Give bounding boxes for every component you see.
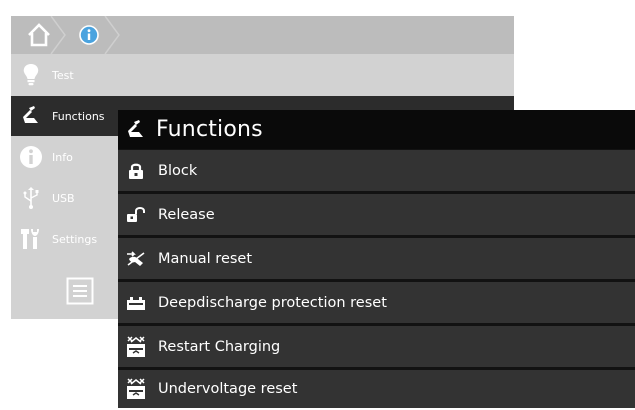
- settings-icon: [11, 219, 51, 259]
- sidebar-item-label: Test: [52, 68, 74, 82]
- function-deepdischarge-reset[interactable]: Deepdischarge protection reset: [118, 282, 635, 323]
- wrench-icon: [118, 110, 154, 149]
- breadcrumb-separator: [50, 16, 66, 54]
- function-label: Restart Charging: [158, 338, 281, 355]
- breadcrumb: [11, 16, 514, 54]
- functions-popup: Functions Block Release Manual reset Dee…: [118, 110, 635, 408]
- function-block[interactable]: Block: [118, 150, 635, 191]
- function-label: Release: [158, 206, 215, 223]
- battery-icon: [118, 282, 154, 323]
- info-icon: [79, 25, 99, 45]
- popup-title: Functions: [156, 117, 263, 142]
- function-release[interactable]: Release: [118, 194, 635, 235]
- sidebar-item-label: Info: [52, 150, 73, 164]
- function-restart-charging[interactable]: Restart Charging: [118, 326, 635, 367]
- breadcrumb-separator: [104, 16, 120, 54]
- function-label: Deepdischarge protection reset: [158, 294, 387, 311]
- function-undervoltage-reset[interactable]: Undervoltage reset: [118, 370, 635, 408]
- usb-icon: [11, 178, 51, 218]
- charging-icon: [118, 369, 154, 410]
- info-icon: [11, 137, 51, 177]
- function-manual-reset[interactable]: Manual reset: [118, 238, 635, 279]
- sidebar-item-label: Settings: [52, 232, 98, 246]
- charging-icon: [118, 326, 154, 367]
- sidebar-item-label: Functions: [52, 109, 105, 123]
- sidebar-item-label: USB: [52, 191, 75, 205]
- function-label: Manual reset: [158, 250, 253, 267]
- lock-closed-icon: [118, 150, 154, 191]
- sidebar-item-test[interactable]: Test: [11, 55, 514, 95]
- function-label: Block: [158, 162, 198, 179]
- wrench-icon: [11, 96, 51, 136]
- bulb-icon: [11, 55, 51, 95]
- manual-reset-icon: [118, 238, 154, 279]
- popup-header: Functions: [118, 110, 635, 149]
- function-label: Undervoltage reset: [158, 381, 298, 397]
- menu-icon[interactable]: [66, 277, 94, 305]
- lock-open-icon: [118, 194, 154, 235]
